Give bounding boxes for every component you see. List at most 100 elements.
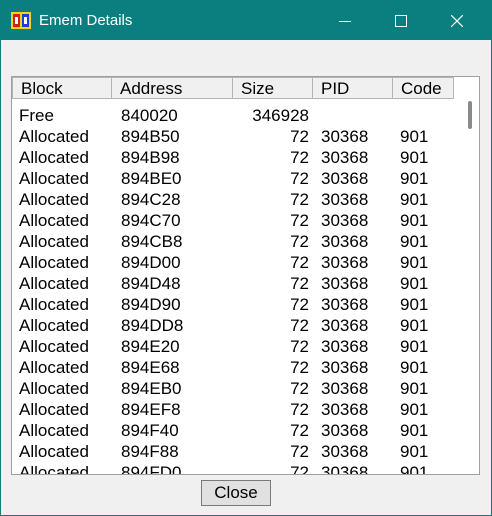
scrollbar-thumb[interactable] [468, 101, 472, 129]
cell-code: 901 [400, 316, 429, 335]
cell-size: 72 [290, 463, 309, 475]
cell-pid: 30368 [321, 337, 369, 356]
cell-address: 894B50 [121, 127, 180, 146]
cell-pid: 30368 [321, 358, 369, 377]
cell-block: Allocated [19, 190, 89, 209]
cell-size: 72 [290, 190, 309, 209]
app-icon [11, 12, 31, 29]
cell-size: 72 [290, 337, 309, 356]
cell-pid: 30368 [321, 442, 369, 461]
column-header-pid[interactable]: PID [313, 77, 393, 99]
list-row[interactable]: Allocated 894F88 72 30368 901 [12, 441, 462, 462]
cell-address: 894EB0 [121, 379, 182, 398]
cell-address: 894E68 [121, 358, 180, 377]
column-header-size[interactable]: Size [233, 77, 313, 99]
vertical-scrollbar[interactable] [462, 99, 479, 474]
cell-size: 72 [290, 211, 309, 230]
cell-block: Allocated [19, 379, 89, 398]
cell-size: 72 [290, 379, 309, 398]
cell-size: 72 [290, 232, 309, 251]
list-row[interactable]: Allocated 894B50 72 30368 901 [12, 126, 462, 147]
list-row[interactable]: Allocated 894EB0 72 30368 901 [12, 378, 462, 399]
cell-code: 901 [400, 232, 429, 251]
title-bar[interactable]: Emem Details [1, 1, 491, 40]
cell-pid: 30368 [321, 148, 369, 167]
cell-code: 901 [400, 295, 429, 314]
list-row[interactable]: Allocated 894CB8 72 30368 901 [12, 231, 462, 252]
cell-size: 346928 [252, 106, 309, 125]
cell-block: Allocated [19, 421, 89, 440]
cell-address: 894D00 [121, 253, 181, 272]
cell-block: Allocated [19, 274, 89, 293]
cell-size: 72 [290, 148, 309, 167]
cell-pid: 30368 [321, 274, 369, 293]
cell-pid: 30368 [321, 295, 369, 314]
minimize-button[interactable] [322, 1, 368, 40]
cell-address: 894D90 [121, 295, 181, 314]
list-row[interactable]: Allocated 894C70 72 30368 901 [12, 210, 462, 231]
list-row[interactable]: Allocated 894F40 72 30368 901 [12, 420, 462, 441]
cell-size: 72 [290, 169, 309, 188]
cell-size: 72 [290, 274, 309, 293]
maximize-icon [395, 15, 407, 27]
cell-address: 894D48 [121, 274, 181, 293]
cell-size: 72 [290, 442, 309, 461]
column-header-block[interactable]: Block [12, 77, 112, 99]
list-row[interactable]: Allocated 894D48 72 30368 901 [12, 273, 462, 294]
list-row[interactable]: Allocated 894C28 72 30368 901 [12, 189, 462, 210]
list-row[interactable]: Allocated 894EF8 72 30368 901 [12, 399, 462, 420]
list-row[interactable]: Allocated 894D90 72 30368 901 [12, 294, 462, 315]
cell-block: Allocated [19, 295, 89, 314]
list-row[interactable]: Allocated 894D00 72 30368 901 [12, 252, 462, 273]
cell-block: Allocated [19, 442, 89, 461]
cell-pid: 30368 [321, 190, 369, 209]
cell-address: 894BE0 [121, 169, 182, 188]
cell-address: 840020 [121, 106, 178, 125]
cell-code: 901 [400, 400, 429, 419]
list-row[interactable]: Allocated 894DD8 72 30368 901 [12, 315, 462, 336]
cell-code: 901 [400, 442, 429, 461]
cell-block: Allocated [19, 232, 89, 251]
cell-block: Allocated [19, 211, 89, 230]
cell-address: 894FD0 [121, 463, 182, 475]
list-row[interactable]: Allocated 894E68 72 30368 901 [12, 357, 462, 378]
cell-code: 901 [400, 148, 429, 167]
cell-pid: 30368 [321, 211, 369, 230]
cell-size: 72 [290, 127, 309, 146]
cell-pid: 30368 [321, 253, 369, 272]
list-rows: Free 840020 346928 Allocated 894B50 72 30368 9… [12, 105, 462, 475]
list-header: Block Address Size PID Code [12, 77, 479, 101]
cell-block: Free [19, 106, 54, 125]
cell-code: 901 [400, 190, 429, 209]
cell-address: 894C28 [121, 190, 181, 209]
cell-code: 901 [400, 337, 429, 356]
list-row[interactable]: Allocated 894FD0 72 30368 901 [12, 462, 462, 475]
list-row[interactable]: Allocated 894E20 72 30368 901 [12, 336, 462, 357]
list-row[interactable]: Allocated 894BE0 72 30368 901 [12, 168, 462, 189]
cell-pid: 30368 [321, 379, 369, 398]
cell-pid: 30368 [321, 316, 369, 335]
cell-block: Allocated [19, 400, 89, 419]
cell-address: 894E20 [121, 337, 180, 356]
close-button[interactable]: Close [201, 480, 271, 506]
cell-block: Allocated [19, 463, 89, 475]
list-row[interactable]: Allocated 894B98 72 30368 901 [12, 147, 462, 168]
column-header-code[interactable]: Code [393, 77, 454, 99]
cell-address: 894DD8 [121, 316, 184, 335]
cell-pid: 30368 [321, 232, 369, 251]
maximize-button[interactable] [378, 1, 424, 40]
cell-code: 901 [400, 421, 429, 440]
cell-size: 72 [290, 421, 309, 440]
column-header-address[interactable]: Address [112, 77, 233, 99]
ememory-list[interactable]: Block Address Size PID Code Free 840020 34… [11, 76, 480, 475]
close-window-button[interactable] [434, 1, 480, 40]
cell-pid: 30368 [321, 421, 369, 440]
emem-details-window: Emem Details Block Address Size PID Code [0, 0, 492, 516]
cell-code: 901 [400, 169, 429, 188]
cell-address: 894C70 [121, 211, 181, 230]
cell-address: 894F88 [121, 442, 179, 461]
cell-pid: 30368 [321, 400, 369, 419]
cell-address: 894CB8 [121, 232, 183, 251]
list-row[interactable]: Free 840020 346928 [12, 105, 462, 126]
cell-code: 901 [400, 274, 429, 293]
